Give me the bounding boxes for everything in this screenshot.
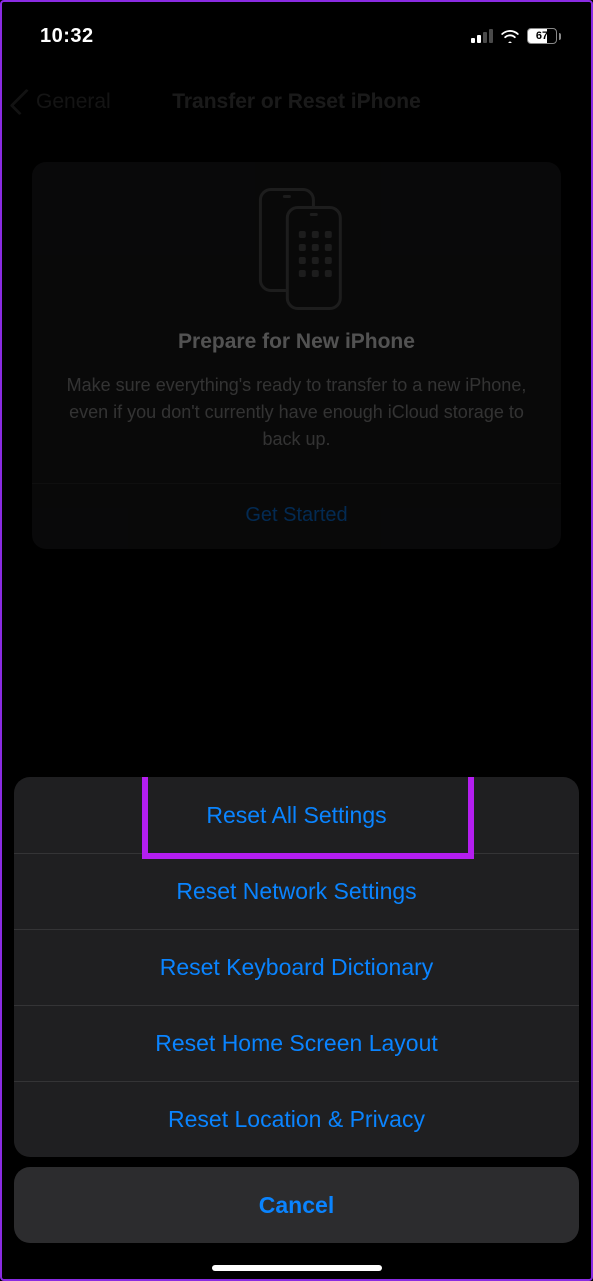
option-label: Reset Home Screen Layout (155, 1030, 438, 1057)
devices-illustration (50, 188, 543, 308)
reset-all-settings-button[interactable]: Reset All Settings (14, 777, 579, 853)
option-label: Reset Network Settings (176, 878, 416, 905)
reset-location-privacy-button[interactable]: Reset Location & Privacy (14, 1081, 579, 1157)
action-sheet: Reset All Settings Reset Network Setting… (14, 777, 579, 1243)
reset-network-settings-button[interactable]: Reset Network Settings (14, 853, 579, 929)
reset-keyboard-dictionary-button[interactable]: Reset Keyboard Dictionary (14, 929, 579, 1005)
battery-pct: 67 (536, 30, 548, 42)
cellular-icon (471, 29, 493, 43)
option-label: Reset Keyboard Dictionary (160, 954, 434, 981)
reset-options-group: Reset All Settings Reset Network Setting… (14, 777, 579, 1157)
get-started-button[interactable]: Get Started (50, 484, 543, 549)
battery-icon: 67 (527, 28, 561, 44)
back-button[interactable]: General (16, 90, 111, 114)
prepare-card: Prepare for New iPhone Make sure everyth… (32, 162, 561, 549)
cancel-label: Cancel (259, 1192, 334, 1219)
status-bar: 10:32 67 (2, 2, 591, 62)
cancel-button[interactable]: Cancel (14, 1167, 579, 1243)
reset-home-screen-layout-button[interactable]: Reset Home Screen Layout (14, 1005, 579, 1081)
option-label: Reset All Settings (206, 802, 386, 829)
option-label: Reset Location & Privacy (168, 1106, 425, 1133)
card-description: Make sure everything's ready to transfer… (50, 372, 543, 483)
home-indicator[interactable] (212, 1265, 382, 1271)
status-time: 10:32 (40, 25, 94, 48)
back-label: General (36, 90, 111, 114)
card-title: Prepare for New iPhone (50, 330, 543, 354)
status-icons: 67 (471, 28, 561, 44)
chevron-left-icon (10, 89, 37, 116)
wifi-icon (500, 29, 520, 43)
nav-header: General Transfer or Reset iPhone (2, 62, 591, 134)
